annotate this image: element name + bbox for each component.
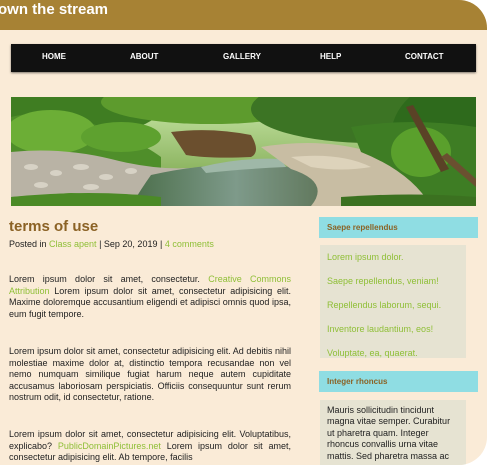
widget-links: Lorem ipsum dolor. Saepe repellendus, ve… bbox=[320, 245, 466, 358]
meta-category-link[interactable]: Class apent bbox=[49, 239, 97, 249]
widget-title-saepe: Saepe repellendus bbox=[319, 217, 478, 238]
public-domain-pictures-link[interactable]: PublicDomainPictures.net bbox=[58, 441, 161, 451]
post-title[interactable]: terms of use bbox=[9, 218, 294, 235]
main-content: terms of use Posted in Class apent | Sep… bbox=[9, 218, 294, 462]
nav-help[interactable]: HELP bbox=[320, 52, 341, 61]
sidebar-link[interactable]: Saepe repellendus, veniam! bbox=[320, 269, 466, 293]
meta-date: Sep 20, 2019 bbox=[103, 239, 158, 249]
meta-separator: | bbox=[157, 239, 165, 249]
nav-about[interactable]: ABOUT bbox=[130, 52, 158, 61]
nav-contact[interactable]: CONTACT bbox=[405, 52, 444, 61]
post-meta: Posted in Class apent | Sep 20, 2019 | 4… bbox=[9, 239, 294, 249]
paragraph-text: Lorem ipsum dolor sit amet, consectetur. bbox=[9, 274, 209, 284]
stream-photo bbox=[11, 97, 476, 206]
sidebar-link[interactable]: Voluptate, ea, quaerat. bbox=[320, 341, 466, 365]
nav-gallery[interactable]: GALLERY bbox=[223, 52, 261, 61]
widget-text: Mauris sollicitudin tincidunt magna vita… bbox=[327, 405, 451, 461]
meta-separator: | bbox=[96, 239, 104, 249]
meta-comments-link[interactable]: 4 comments bbox=[165, 239, 214, 249]
paragraph: Lorem ipsum dolor sit amet, consectetur.… bbox=[9, 274, 291, 320]
widget-title-integer: Integer rhoncus bbox=[319, 371, 478, 392]
hero-image bbox=[11, 97, 476, 206]
paragraph-text: Lorem ipsum dolor sit amet, consectetur … bbox=[9, 285, 291, 319]
meta-prefix: Posted in bbox=[9, 239, 50, 249]
sidebar-link[interactable]: Inventore laudantium, eos! bbox=[320, 317, 466, 341]
main-nav: HOME ABOUT GALLERY HELP CONTACT bbox=[11, 44, 476, 72]
sidebar-link[interactable]: Lorem ipsum dolor. bbox=[320, 245, 466, 269]
paragraph: Lorem ipsum dolor sit amet, consectetur … bbox=[9, 429, 291, 464]
site-title[interactable]: own the stream bbox=[0, 1, 108, 18]
widget-text-box: Mauris sollicitudin tincidunt magna vita… bbox=[320, 400, 466, 465]
page: own the stream HOME ABOUT GALLERY HELP C… bbox=[0, 0, 487, 465]
sidebar-link[interactable]: Repellendus laborum, sequi. bbox=[320, 293, 466, 317]
paragraph: Lorem ipsum dolor sit amet, consectetur … bbox=[9, 346, 291, 403]
site-header: own the stream bbox=[0, 0, 487, 30]
nav-home[interactable]: HOME bbox=[42, 52, 66, 61]
